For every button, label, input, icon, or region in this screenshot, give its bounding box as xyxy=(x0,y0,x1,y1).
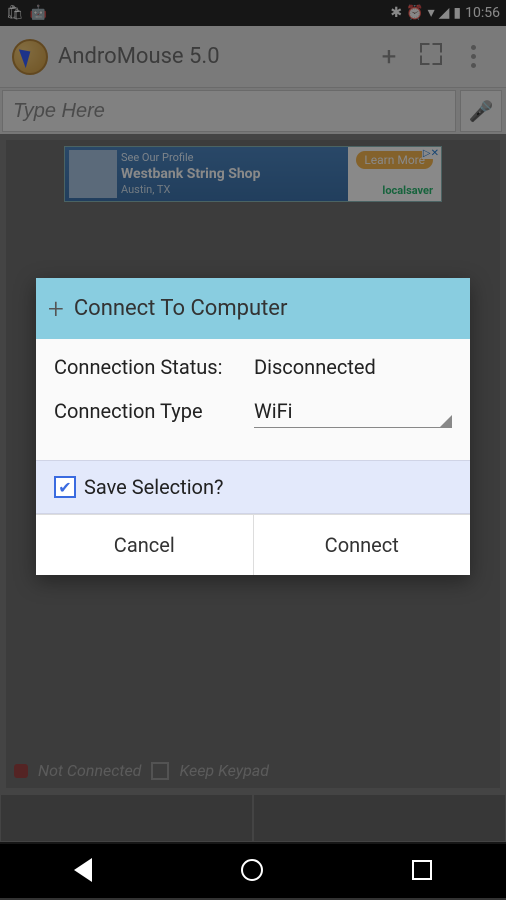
save-checkbox[interactable]: ✔ xyxy=(54,476,76,498)
dialog-title: Connect To Computer xyxy=(74,296,288,321)
dialog-body: Connection Status: Disconnected Connecti… xyxy=(36,339,470,460)
save-selection-row[interactable]: ✔ Save Selection? xyxy=(36,460,470,514)
nav-recent-button[interactable] xyxy=(412,860,432,880)
type-row: Connection Type WiFi xyxy=(54,399,452,428)
android-nav-bar xyxy=(0,842,506,898)
type-label: Connection Type xyxy=(54,399,254,428)
dialog-title-bar: + Connect To Computer xyxy=(36,278,470,339)
connect-dialog: + Connect To Computer Connection Status:… xyxy=(36,278,470,575)
status-row: Connection Status: Disconnected xyxy=(54,355,452,379)
nav-back-button[interactable] xyxy=(74,858,92,882)
type-spinner[interactable]: WiFi xyxy=(254,399,452,428)
dialog-buttons: Cancel Connect xyxy=(36,514,470,575)
status-value: Disconnected xyxy=(254,355,452,379)
connect-button[interactable]: Connect xyxy=(253,515,471,575)
nav-home-button[interactable] xyxy=(241,859,263,881)
save-label: Save Selection? xyxy=(84,475,223,499)
plus-icon: + xyxy=(48,292,64,325)
cancel-button[interactable]: Cancel xyxy=(36,515,253,575)
status-label: Connection Status: xyxy=(54,355,254,379)
